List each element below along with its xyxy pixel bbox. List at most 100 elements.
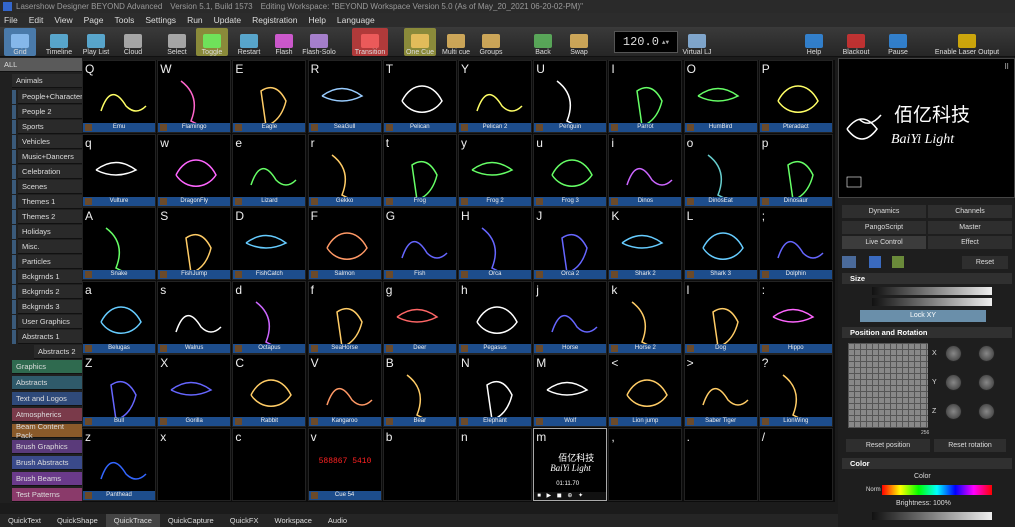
category-text-and-logos[interactable]: Text and Logos <box>12 392 82 406</box>
bottom-tab-workspace[interactable]: Workspace <box>267 514 320 527</box>
menu-help[interactable]: Help <box>308 15 325 25</box>
cue-cell[interactable]: l Dog <box>683 280 758 354</box>
view-icon-2[interactable] <box>869 256 881 268</box>
lock-xy-button[interactable]: Lock XY <box>860 310 986 322</box>
reset-rotation-button[interactable]: Reset rotation <box>934 439 1006 452</box>
view-icon-1[interactable] <box>842 256 856 268</box>
cue-cell[interactable]: < Lion jump <box>608 354 683 427</box>
knob-y-2[interactable] <box>978 374 995 391</box>
category-brush-beams[interactable]: Brush Beams <box>12 472 82 486</box>
reset-position-button[interactable]: Reset position <box>846 439 930 452</box>
category-atmospherics[interactable]: Atmospherics <box>12 408 82 422</box>
category-abstracts[interactable]: Abstracts <box>12 376 82 390</box>
cue-cell[interactable]: y Frog 2 <box>458 133 532 207</box>
cue-cell[interactable]: ; Dolphin <box>758 207 833 280</box>
toolbar-one-cue[interactable]: One Cue <box>404 28 436 56</box>
cue-cell[interactable]: C Rabbit <box>232 354 307 427</box>
toolbar-flash-solo[interactable]: Flash-Solo <box>302 28 336 56</box>
cue-cell[interactable]: z Panthead <box>82 427 156 501</box>
toolbar-help[interactable]: Help <box>802 28 826 56</box>
tab-pangoscript[interactable]: PangoScript <box>842 221 926 234</box>
toolbar-pause[interactable]: Pause <box>884 28 912 56</box>
toolbar-flash[interactable]: Flash <box>270 28 298 56</box>
knob-x-2[interactable] <box>978 345 995 362</box>
position-pad[interactable] <box>848 343 928 428</box>
cue-cell[interactable]: K Shark 2 <box>608 207 683 280</box>
category-graphics[interactable]: Graphics <box>12 360 82 374</box>
menu-page[interactable]: Page <box>84 15 104 25</box>
category-abstracts-2[interactable]: Abstracts 2 <box>34 345 82 359</box>
cue-cell[interactable]: W Flamingo <box>157 60 232 133</box>
category-beam-content-pack[interactable]: Beam Content Pack <box>12 422 82 440</box>
knob-x-1[interactable] <box>945 345 962 362</box>
cue-cell[interactable]: : Hippo <box>758 280 833 354</box>
size-slider-1[interactable] <box>872 287 992 295</box>
cue-cell[interactable]: ? LionWing <box>758 354 833 427</box>
toolbar-enable-laser-output[interactable]: Enable Laser Output <box>922 28 1012 56</box>
cue-cell[interactable]: U Penguin <box>533 60 608 133</box>
knob-z-2[interactable] <box>978 403 995 420</box>
cue-cell[interactable]: D FishCatch <box>232 207 307 280</box>
cue-cell[interactable]: g Deer <box>382 280 457 354</box>
cue-cell[interactable]: j Horse <box>533 280 608 354</box>
cue-cell[interactable]: h Pegasus <box>458 280 532 354</box>
menu-file[interactable]: File <box>4 15 18 25</box>
cue-cell[interactable]: L Shark 3 <box>683 207 758 280</box>
color-slider[interactable] <box>882 485 992 495</box>
cue-cell[interactable]: q Vulture <box>82 133 156 207</box>
cue-cell[interactable]: i Dinos <box>608 133 683 207</box>
cue-cell[interactable]: E Eagle <box>232 60 307 133</box>
cue-cell[interactable]: b <box>382 427 457 501</box>
toolbar-transition[interactable]: Transition <box>352 28 388 56</box>
category-animals[interactable]: Animals <box>12 74 82 88</box>
toolbar-restart[interactable]: Restart <box>234 28 264 56</box>
cue-cell[interactable]: f SeaHorse <box>307 280 382 354</box>
cue-cell[interactable]: n <box>458 427 532 501</box>
cue-cell[interactable]: O HumBird <box>683 60 758 133</box>
preview-grid-icon[interactable]: ⠿ <box>1004 63 1009 71</box>
category-holidays[interactable]: Holidays <box>12 225 82 239</box>
cue-cell[interactable]: G Fish <box>382 207 457 280</box>
toolbar-swap[interactable]: Swap <box>564 28 594 56</box>
toolbar-toggle[interactable]: Toggle <box>196 28 228 56</box>
toolbar-back[interactable]: Back <box>530 28 556 56</box>
cue-cell[interactable]: H Orca <box>458 207 532 280</box>
cue-cell[interactable]: B Bear <box>382 354 457 427</box>
menu-view[interactable]: View <box>54 15 72 25</box>
category-people-characters[interactable]: People+Characters <box>12 90 86 104</box>
tab-channels[interactable]: Channels <box>928 205 1012 218</box>
bpm-display[interactable]: 120.0 ▲▼ <box>614 31 678 53</box>
menu-run[interactable]: Run <box>187 15 203 25</box>
menu-registration[interactable]: Registration <box>252 15 297 25</box>
cue-cell[interactable]: a Belugas <box>82 280 156 354</box>
toolbar-virtual-lj[interactable]: Virtual LJ <box>680 28 714 56</box>
bottom-tab-quicktext[interactable]: QuickText <box>0 514 49 527</box>
toolbar-groups[interactable]: Groups <box>476 28 506 56</box>
category-sports[interactable]: Sports <box>12 120 82 134</box>
knob-y-1[interactable] <box>945 374 962 391</box>
bottom-tab-quickfx[interactable]: QuickFX <box>222 514 267 527</box>
category-bckgrnds-2[interactable]: Bckgrnds 2 <box>12 285 82 299</box>
toolbar-blackout[interactable]: Blackout <box>838 28 874 56</box>
cue-cell[interactable]: I Parrot <box>608 60 683 133</box>
cue-cell[interactable]: Y Pelican 2 <box>458 60 532 133</box>
toolbar-multi-cue[interactable]: Multi cue <box>440 28 472 56</box>
brightness-slider[interactable] <box>872 512 992 520</box>
reset-button[interactable]: Reset <box>962 256 1008 269</box>
cue-cell[interactable]: s Walrus <box>157 280 232 354</box>
cue-cell[interactable]: S FishJump <box>157 207 232 280</box>
category-music-dancers[interactable]: Music+Dancers <box>12 150 82 164</box>
size-slider-2[interactable] <box>872 298 992 306</box>
menu-settings[interactable]: Settings <box>145 15 176 25</box>
cue-cell[interactable]: o DinosEat <box>683 133 758 207</box>
bottom-tab-quickshape[interactable]: QuickShape <box>49 514 106 527</box>
cue-cell[interactable]: J Orca 2 <box>533 207 608 280</box>
category-bckgrnds-1[interactable]: Bckgrnds 1 <box>12 270 82 284</box>
cue-cell[interactable]: N Elephant <box>458 354 532 427</box>
category-people-2[interactable]: People 2 <box>12 105 82 119</box>
category-bckgrnds-3[interactable]: Bckgrnds 3 <box>12 300 82 314</box>
cue-cell[interactable]: . <box>683 427 758 501</box>
toolbar-timeline[interactable]: Timeline <box>44 28 74 56</box>
toolbar-play-list[interactable]: Play List <box>80 28 112 56</box>
position-rotation-header[interactable]: Position and Rotation <box>842 327 1012 338</box>
